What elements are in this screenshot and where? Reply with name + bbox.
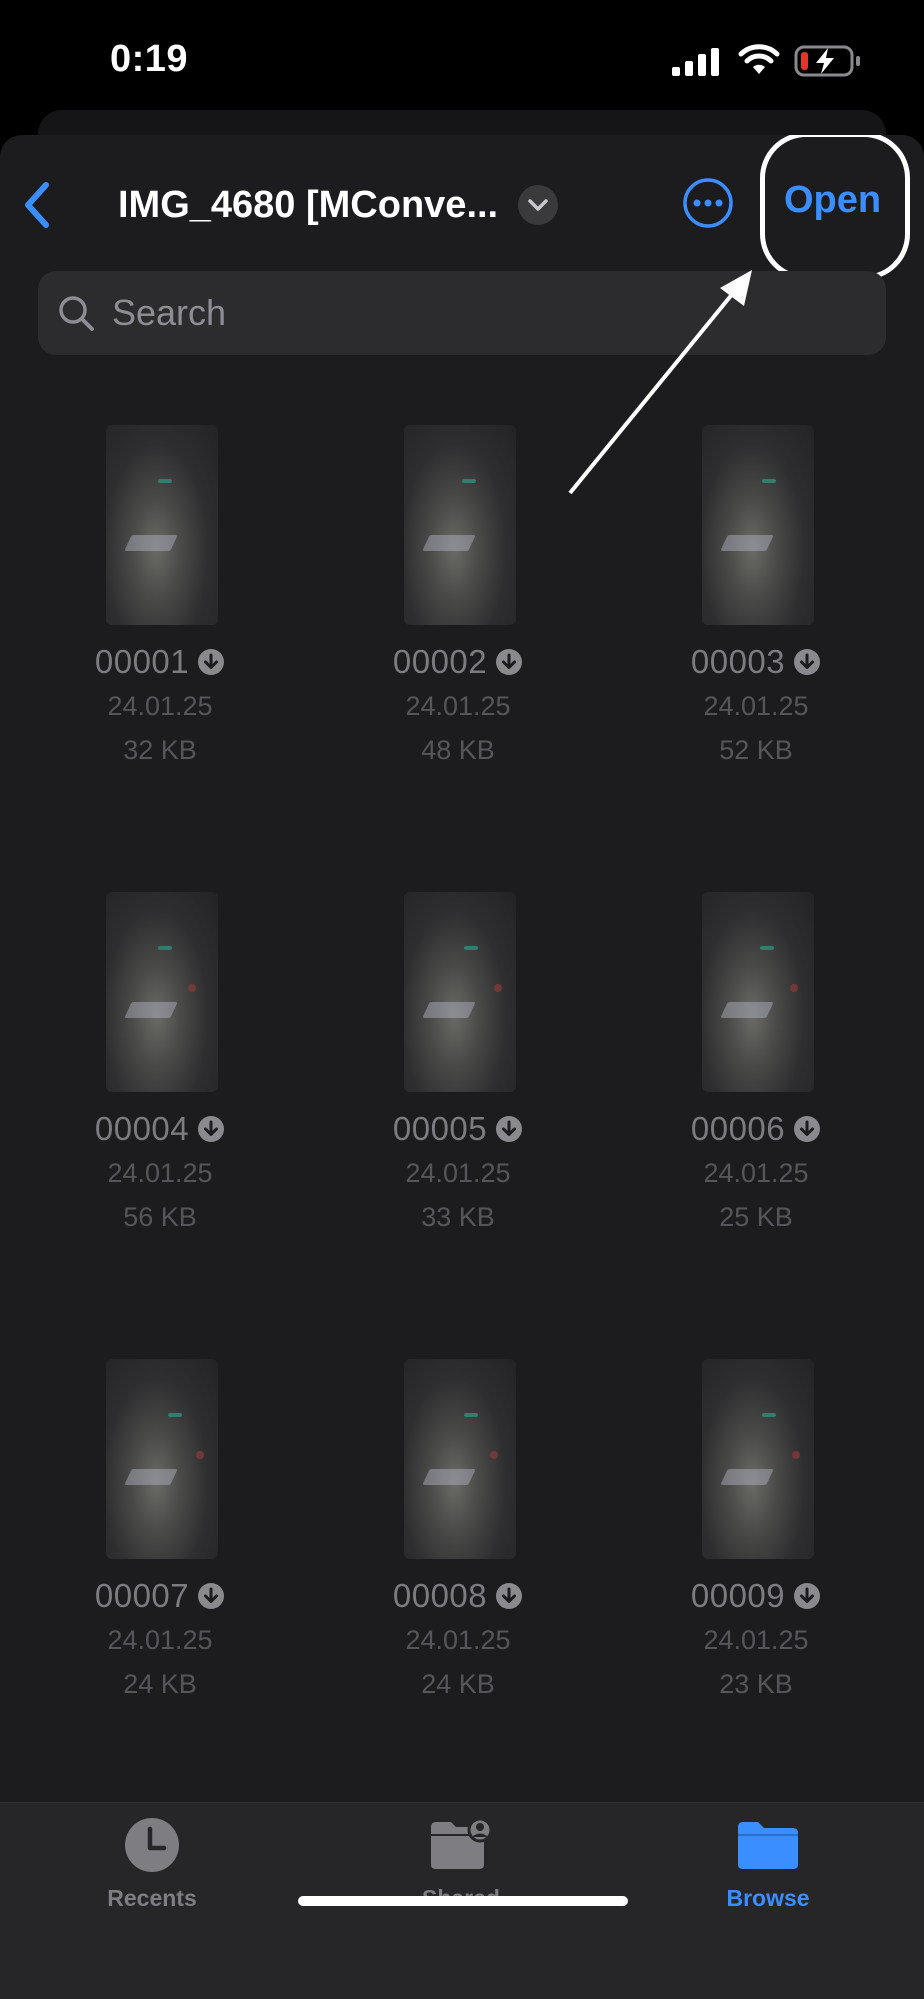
cellular-signal-icon bbox=[672, 48, 719, 76]
search-placeholder: Search bbox=[112, 292, 227, 333]
shared-folder-icon bbox=[431, 1817, 493, 1869]
file-name: 00001 bbox=[94, 643, 190, 680]
download-arrow-icon bbox=[794, 649, 821, 675]
file-thumbnail bbox=[106, 1359, 218, 1559]
file-thumbnail bbox=[106, 425, 218, 625]
file-date: 24.01.25 bbox=[107, 1158, 213, 1188]
file-date: 24.01.25 bbox=[405, 1158, 511, 1188]
download-arrow-icon bbox=[794, 1116, 821, 1142]
status-time: 0:19 bbox=[110, 38, 189, 80]
folder-title-button[interactable]: IMG_4680 [MConve... bbox=[118, 175, 559, 235]
chevron-down-icon bbox=[518, 185, 559, 225]
tab-label: Browse bbox=[726, 1885, 810, 1911]
status-bar: 0:19 bbox=[0, 0, 924, 120]
download-arrow-icon bbox=[198, 1583, 225, 1609]
file-size: 48 KB bbox=[421, 735, 495, 765]
download-arrow-icon bbox=[496, 649, 523, 675]
download-arrow-icon bbox=[198, 1116, 225, 1142]
home-indicator[interactable] bbox=[298, 1896, 628, 1906]
file-size: 33 KB bbox=[421, 1202, 495, 1232]
back-chevron-icon[interactable] bbox=[18, 175, 58, 235]
clock-icon bbox=[125, 1818, 179, 1872]
file-name: 00005 bbox=[392, 1110, 488, 1147]
file-size: 32 KB bbox=[123, 735, 197, 765]
download-arrow-icon bbox=[794, 1583, 821, 1609]
file-size: 56 KB bbox=[123, 1202, 197, 1232]
file-name: 00009 bbox=[690, 1577, 786, 1614]
file-name: 00004 bbox=[94, 1110, 190, 1147]
tab-label: Recents bbox=[107, 1885, 197, 1911]
battery-charging-icon bbox=[794, 45, 860, 77]
ellipsis-circle-icon[interactable] bbox=[682, 177, 734, 229]
folder-icon bbox=[738, 1822, 798, 1869]
file-date: 24.01.25 bbox=[703, 691, 809, 721]
file-thumbnail bbox=[702, 892, 814, 1092]
file-date: 24.01.25 bbox=[405, 1625, 511, 1655]
search-icon bbox=[59, 296, 94, 331]
file-name: 00007 bbox=[94, 1577, 190, 1614]
file-thumbnail bbox=[702, 425, 814, 625]
wifi-icon bbox=[738, 44, 780, 74]
file-name: 00006 bbox=[690, 1110, 786, 1147]
file-thumbnail bbox=[702, 1359, 814, 1559]
file-browser-sheet: IMG_4680 [MConve... Open Search 00001 24.… bbox=[0, 135, 924, 1999]
file-thumbnail bbox=[404, 425, 516, 625]
tab-shared[interactable]: Shared bbox=[361, 1817, 561, 1927]
file-name: 00003 bbox=[690, 643, 786, 680]
download-arrow-icon bbox=[496, 1583, 523, 1609]
download-arrow-icon bbox=[496, 1116, 523, 1142]
tab-recents[interactable]: Recents bbox=[52, 1817, 252, 1927]
file-thumbnail bbox=[404, 1359, 516, 1559]
tab-browse[interactable]: Browse bbox=[668, 1817, 868, 1927]
file-name: 00002 bbox=[392, 643, 488, 680]
download-arrow-icon bbox=[198, 649, 225, 675]
file-size: 24 KB bbox=[123, 1669, 197, 1699]
file-date: 24.01.25 bbox=[107, 1625, 213, 1655]
file-thumbnail bbox=[106, 892, 218, 1092]
file-date: 24.01.25 bbox=[405, 691, 511, 721]
file-name: 00008 bbox=[392, 1577, 488, 1614]
search-input[interactable]: Search bbox=[38, 271, 886, 355]
file-thumbnail bbox=[404, 892, 516, 1092]
file-size: 52 KB bbox=[719, 735, 793, 765]
folder-title: IMG_4680 [MConve... bbox=[118, 183, 499, 226]
file-date: 24.01.25 bbox=[107, 691, 213, 721]
file-date: 24.01.25 bbox=[703, 1158, 809, 1188]
file-size: 23 KB bbox=[719, 1669, 793, 1699]
file-size: 24 KB bbox=[421, 1669, 495, 1699]
open-button-highlight-annotation bbox=[760, 135, 910, 280]
file-size: 25 KB bbox=[719, 1202, 793, 1232]
file-date: 24.01.25 bbox=[703, 1625, 809, 1655]
